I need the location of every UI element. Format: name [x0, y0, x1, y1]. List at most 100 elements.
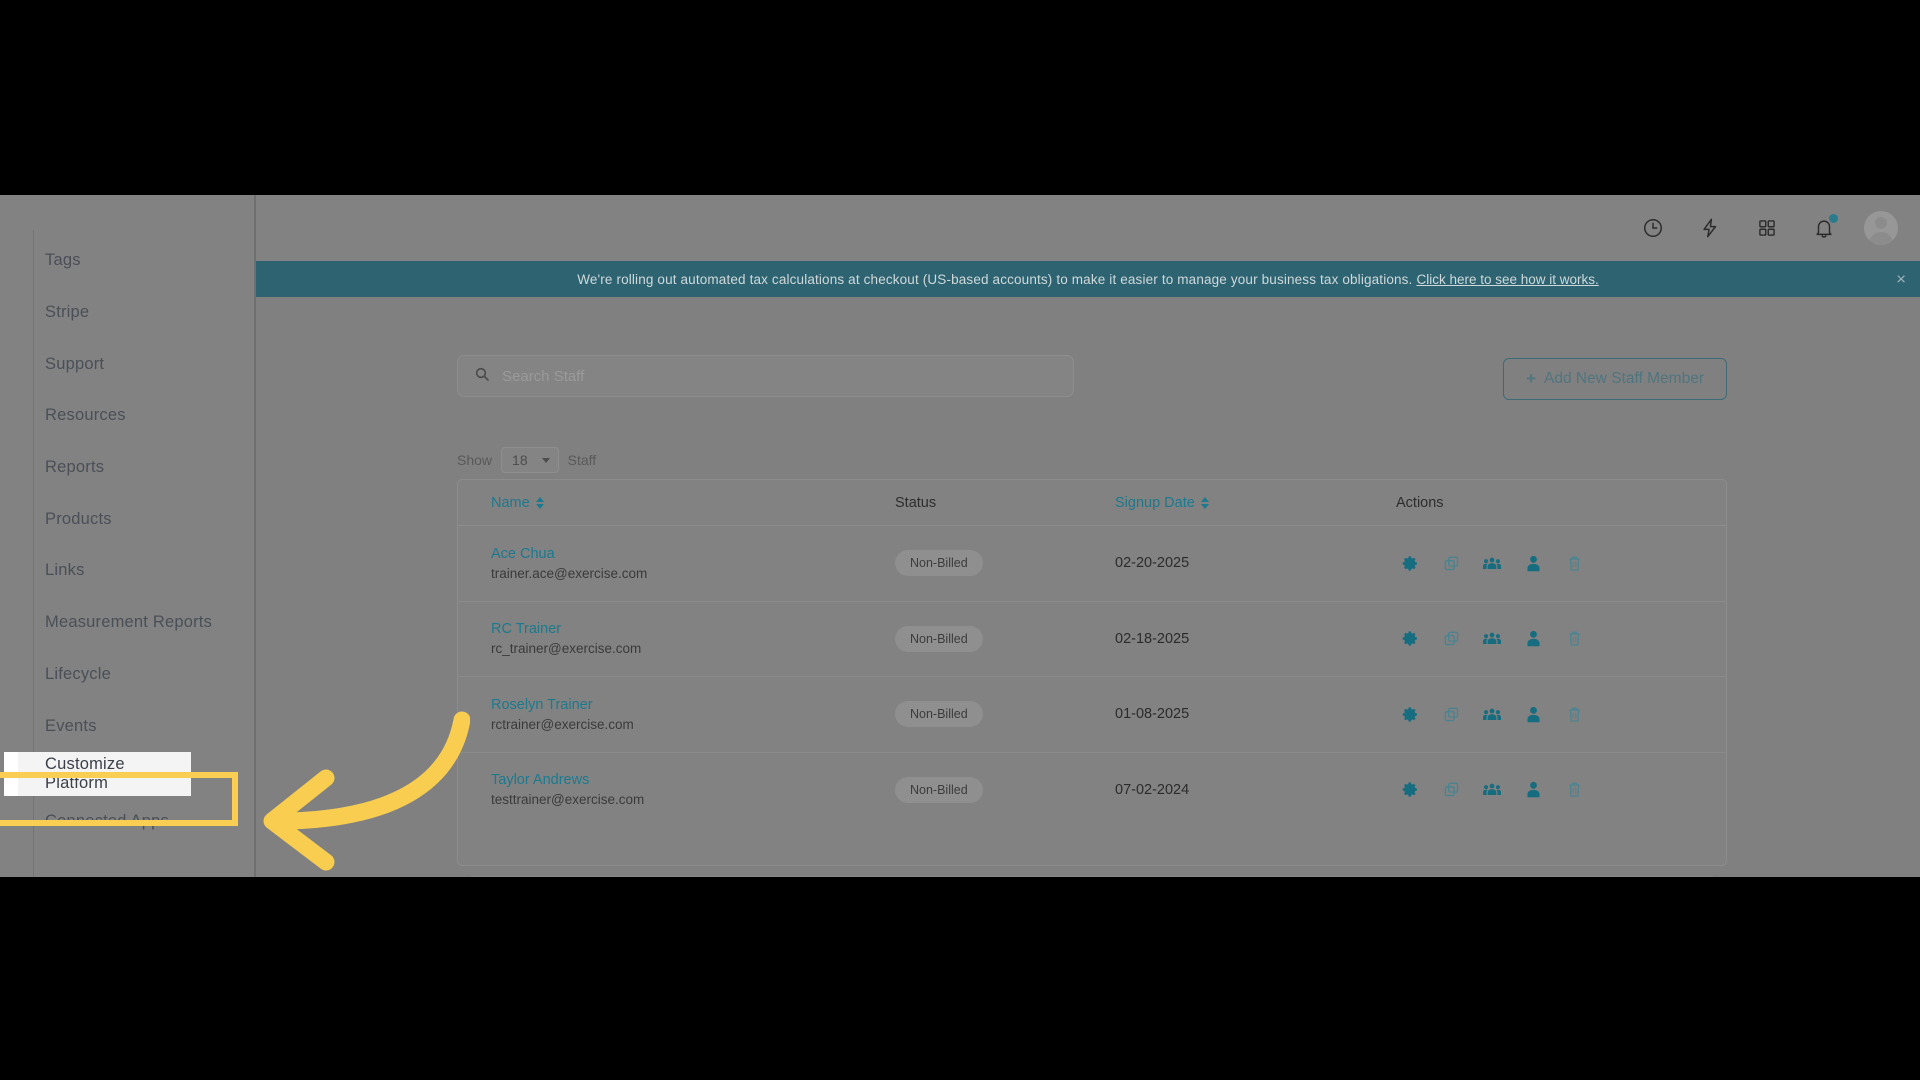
- table-row: Ace Chua trainer.ace@exercise.comNon-Bill…: [458, 526, 1726, 602]
- settings-gear-icon[interactable]: [1401, 554, 1419, 572]
- cell-name: Taylor Andrews testtrainer@exercise.com: [458, 772, 895, 807]
- signup-date-value: 01-08-2025: [1115, 706, 1189, 722]
- staff-name-link[interactable]: Ace Chua: [491, 546, 895, 562]
- signup-date-value: 02-18-2025: [1115, 631, 1189, 647]
- sidebar-item-reports[interactable]: Reports: [0, 442, 254, 494]
- sidebar-item-connected-apps[interactable]: Connected Apps: [0, 796, 254, 848]
- column-header-signup-date[interactable]: Signup Date: [1115, 495, 1396, 511]
- clock-icon[interactable]: [1631, 206, 1675, 250]
- staff-name-link[interactable]: Roselyn Trainer: [491, 697, 895, 713]
- sidebar-item-tags[interactable]: Tags: [0, 235, 254, 287]
- settings-gear-icon[interactable]: [1401, 630, 1419, 648]
- duplicate-copy-icon[interactable]: [1442, 554, 1460, 572]
- column-header-status: Status: [895, 495, 1115, 511]
- app-viewport: Tags Stripe Support Resources Reports Product…: [0, 195, 1920, 877]
- screenshot-root: Tags Stripe Support Resources Reports Product…: [0, 0, 1920, 1080]
- scrollbar-track[interactable]: [469, 876, 1715, 878]
- sidebar-item-stripe[interactable]: Stripe: [0, 287, 254, 339]
- group-users-icon[interactable]: [1483, 705, 1501, 723]
- search-field-wrapper[interactable]: [457, 355, 1074, 397]
- cell-status: Non-Billed: [895, 550, 1115, 576]
- lightning-bolt-icon[interactable]: [1688, 206, 1732, 250]
- sidebar-item-label: Tags: [45, 251, 81, 270]
- sort-icon: [536, 497, 544, 509]
- add-button-label: Add New Staff Member: [1544, 370, 1704, 388]
- delete-trash-icon[interactable]: [1565, 705, 1583, 723]
- signup-date-value: 07-02-2024: [1115, 782, 1189, 798]
- delete-trash-icon[interactable]: [1565, 554, 1583, 572]
- settings-gear-icon[interactable]: [1401, 705, 1419, 723]
- cell-actions: [1396, 705, 1701, 723]
- main-content: + Add New Staff Member Show 18 Staff Nam…: [256, 297, 1920, 877]
- staff-email: trainer.ace@exercise.com: [491, 566, 895, 581]
- single-user-icon[interactable]: [1524, 705, 1542, 723]
- horizontal-scrollbar[interactable]: ◂ ▸: [457, 869, 1727, 877]
- add-new-staff-member-button[interactable]: + Add New Staff Member: [1503, 358, 1727, 400]
- page-size-value: 18: [512, 452, 528, 468]
- unit-label: Staff: [568, 452, 597, 468]
- cell-actions: [1396, 554, 1701, 572]
- group-users-icon[interactable]: [1483, 630, 1501, 648]
- search-input[interactable]: [500, 367, 1044, 386]
- duplicate-copy-icon[interactable]: [1442, 630, 1460, 648]
- sidebar-item-list: Tags Stripe Support Resources Reports Product…: [0, 235, 254, 848]
- close-icon[interactable]: ×: [1896, 271, 1906, 288]
- avatar[interactable]: [1864, 211, 1898, 245]
- sidebar-item-label: Reports: [45, 458, 104, 477]
- apps-grid-icon[interactable]: [1745, 206, 1789, 250]
- cell-signup-date: 07-02-2024: [1115, 781, 1396, 799]
- sidebar-item-resources[interactable]: Resources: [0, 390, 254, 442]
- cell-status: Non-Billed: [895, 626, 1115, 652]
- scroll-right-arrow-icon[interactable]: ▸: [1715, 874, 1727, 878]
- sidebar-item-label: Customize Platform: [45, 755, 191, 793]
- column-header-status-label: Status: [895, 495, 936, 511]
- sidebar-item-lifecycle[interactable]: Lifecycle: [0, 649, 254, 701]
- group-users-icon[interactable]: [1483, 781, 1501, 799]
- sidebar-item-customize-platform[interactable]: Customize Platform: [4, 752, 191, 796]
- staff-email: testtrainer@exercise.com: [491, 792, 895, 807]
- cell-signup-date: 02-20-2025: [1115, 554, 1396, 572]
- sidebar-item-label: Products: [45, 510, 112, 529]
- sidebar-navigation: Tags Stripe Support Resources Reports Product…: [0, 195, 256, 877]
- duplicate-copy-icon[interactable]: [1442, 705, 1460, 723]
- single-user-icon[interactable]: [1524, 630, 1542, 648]
- duplicate-copy-icon[interactable]: [1442, 781, 1460, 799]
- group-users-icon[interactable]: [1483, 554, 1501, 572]
- column-header-name-label: Name: [491, 495, 530, 511]
- cell-name: Ace Chua trainer.ace@exercise.com: [458, 546, 895, 581]
- banner-link[interactable]: Click here to see how it works.: [1416, 272, 1598, 287]
- sort-icon: [1201, 497, 1209, 509]
- search-icon: [474, 366, 490, 387]
- column-header-actions: Actions: [1396, 495, 1696, 511]
- signup-date-value: 02-20-2025: [1115, 555, 1189, 571]
- staff-name-link[interactable]: RC Trainer: [491, 621, 895, 637]
- table-row: Roselyn Trainerrctrainer@exercise.comNon…: [458, 677, 1726, 753]
- sidebar-item-measurement-reports[interactable]: Measurement Reports: [0, 597, 254, 649]
- scroll-left-arrow-icon[interactable]: ◂: [457, 874, 469, 878]
- sidebar-item-support[interactable]: Support: [0, 338, 254, 390]
- staff-email: rc_trainer@exercise.com: [491, 641, 895, 656]
- sidebar-item-label: Lifecycle: [45, 665, 111, 684]
- status-badge: Non-Billed: [895, 777, 983, 803]
- staff-name-link[interactable]: Taylor Andrews: [491, 772, 895, 788]
- page-size-control: Show 18 Staff: [457, 447, 596, 473]
- sidebar-item-events[interactable]: Events: [0, 700, 254, 752]
- settings-gear-icon[interactable]: [1401, 781, 1419, 799]
- cell-name: RC Trainer rc_trainer@exercise.com: [458, 621, 895, 656]
- sidebar-item-label: Resources: [45, 406, 126, 425]
- staff-toolbar: + Add New Staff Member: [457, 355, 1727, 401]
- sidebar-item-links[interactable]: Links: [0, 545, 254, 597]
- announcement-banner: We're rolling out automated tax calculat…: [256, 261, 1920, 297]
- page-size-select[interactable]: 18: [501, 447, 559, 473]
- single-user-icon[interactable]: [1524, 554, 1542, 572]
- table-row: Taylor Andrews testtrainer@exercise.comNo…: [458, 753, 1726, 828]
- notifications-bell-icon[interactable]: [1802, 206, 1846, 250]
- sidebar-item-products[interactable]: Products: [0, 493, 254, 545]
- column-header-name[interactable]: Name: [491, 495, 895, 511]
- delete-trash-icon[interactable]: [1565, 781, 1583, 799]
- sidebar-item-label: Stripe: [45, 303, 89, 322]
- table-body: Ace Chuatrainer.ace@exercise.comNon-Bill…: [458, 526, 1726, 827]
- cell-signup-date: 01-08-2025: [1115, 705, 1396, 723]
- single-user-icon[interactable]: [1524, 781, 1542, 799]
- delete-trash-icon[interactable]: [1565, 630, 1583, 648]
